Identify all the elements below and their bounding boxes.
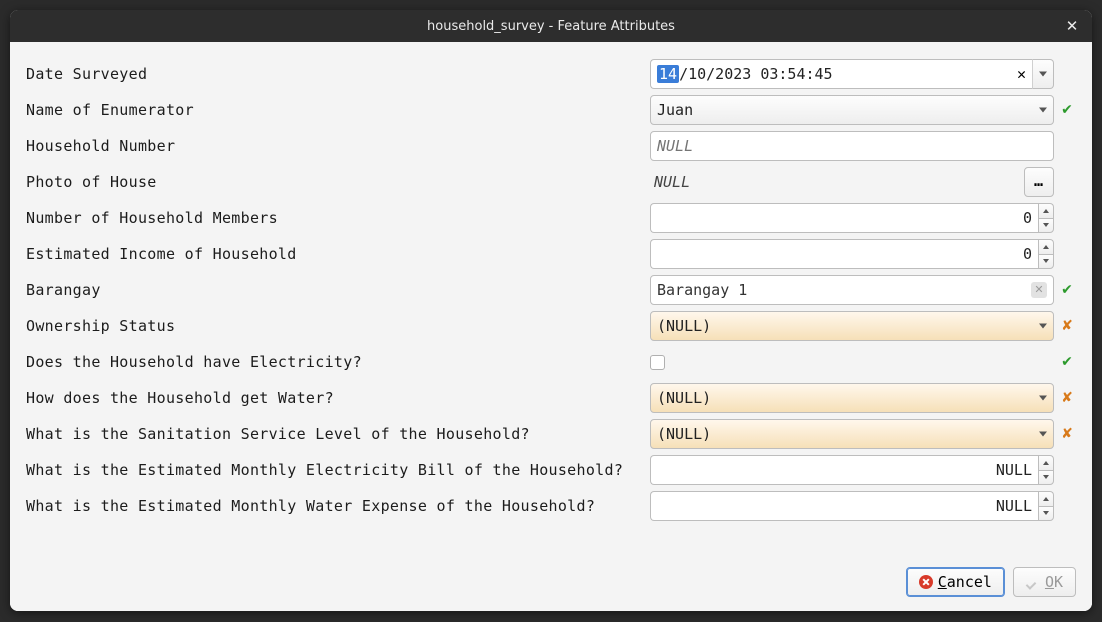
- chevron-down-icon: [1039, 72, 1047, 77]
- household-number-input[interactable]: [650, 131, 1054, 161]
- elec-bill-down[interactable]: [1038, 470, 1054, 486]
- label-household-number: Household Number: [26, 137, 646, 155]
- enumerator-combo[interactable]: Juan: [650, 95, 1054, 125]
- close-icon[interactable]: ✕: [1062, 16, 1082, 36]
- row-water: How does the Household get Water? (NULL)…: [26, 380, 1076, 416]
- status-warn-icon: ✘: [1058, 318, 1076, 334]
- row-photo: Photo of House NULL … ·: [26, 164, 1076, 200]
- label-income: Estimated Income of Household: [26, 245, 646, 263]
- label-elec-bill: What is the Estimated Monthly Electricit…: [26, 461, 646, 479]
- chevron-down-icon: [1039, 432, 1047, 437]
- row-electricity: Does the Household have Electricity? ✔: [26, 344, 1076, 380]
- household-number-field[interactable]: [657, 137, 1047, 155]
- date-surveyed-input[interactable]: 14 /10/2023 03:54:45 ✕: [650, 59, 1032, 89]
- num-members-value: 0: [657, 209, 1032, 227]
- ok-label: K: [1054, 573, 1063, 591]
- row-sanitation: What is the Sanitation Service Level of …: [26, 416, 1076, 452]
- num-members-up[interactable]: [1038, 203, 1054, 218]
- row-enumerator: Name of Enumerator Juan ✔: [26, 92, 1076, 128]
- label-barangay: Barangay: [26, 281, 646, 299]
- cancel-icon: [919, 575, 933, 589]
- label-num-members: Number of Household Members: [26, 209, 646, 227]
- cancel-label: ancel: [947, 573, 992, 591]
- row-income: Estimated Income of Household 0 ·: [26, 236, 1076, 272]
- dialog-buttons: Cancel OK: [906, 567, 1076, 597]
- ownership-value: (NULL): [657, 317, 711, 335]
- label-sanitation: What is the Sanitation Service Level of …: [26, 425, 646, 443]
- label-water: How does the Household get Water?: [26, 389, 646, 407]
- label-ownership: Ownership Status: [26, 317, 646, 335]
- clear-date-icon[interactable]: ✕: [1017, 65, 1026, 83]
- income-input[interactable]: 0: [650, 239, 1038, 269]
- electricity-checkbox[interactable]: [650, 355, 665, 370]
- sanitation-value: (NULL): [657, 425, 711, 443]
- ok-icon: [1026, 575, 1040, 589]
- water-combo[interactable]: (NULL): [650, 383, 1054, 413]
- water-exp-input[interactable]: NULL: [650, 491, 1038, 521]
- barangay-input[interactable]: ✕: [650, 275, 1054, 305]
- cancel-button[interactable]: Cancel: [906, 567, 1005, 597]
- num-members-down[interactable]: [1038, 218, 1054, 234]
- elec-bill-value: NULL: [657, 461, 1032, 479]
- label-date-surveyed: Date Surveyed: [26, 65, 646, 83]
- window-title: household_survey - Feature Attributes: [427, 19, 675, 34]
- water-value: (NULL): [657, 389, 711, 407]
- date-day-segment[interactable]: 14: [657, 65, 679, 83]
- row-water-exp: What is the Estimated Monthly Water Expe…: [26, 488, 1076, 524]
- water-exp-down[interactable]: [1038, 506, 1054, 522]
- chevron-down-icon: [1039, 324, 1047, 329]
- elec-bill-up[interactable]: [1038, 455, 1054, 470]
- chevron-down-icon: [1039, 396, 1047, 401]
- elec-bill-input[interactable]: NULL: [650, 455, 1038, 485]
- photo-value: NULL: [650, 173, 1018, 191]
- water-exp-value: NULL: [657, 497, 1032, 515]
- barangay-field[interactable]: [657, 281, 1031, 299]
- label-electricity: Does the Household have Electricity?: [26, 353, 646, 371]
- income-up[interactable]: [1038, 239, 1054, 254]
- num-members-input[interactable]: 0: [650, 203, 1038, 233]
- content-area: Date Surveyed 14 /10/2023 03:54:45 ✕: [10, 42, 1092, 611]
- row-barangay: Barangay ✕ ✔: [26, 272, 1076, 308]
- income-down[interactable]: [1038, 254, 1054, 270]
- titlebar: household_survey - Feature Attributes ✕: [10, 10, 1092, 42]
- income-value: 0: [657, 245, 1032, 263]
- row-date-surveyed: Date Surveyed 14 /10/2023 03:54:45 ✕: [26, 56, 1076, 92]
- status-ok-icon: ✔: [1058, 354, 1076, 370]
- status-ok-icon: ✔: [1058, 102, 1076, 118]
- date-dropdown-button[interactable]: [1032, 59, 1054, 89]
- photo-browse-button[interactable]: …: [1024, 167, 1054, 197]
- label-photo: Photo of House: [26, 173, 646, 191]
- sanitation-combo[interactable]: (NULL): [650, 419, 1054, 449]
- ownership-combo[interactable]: (NULL): [650, 311, 1054, 341]
- row-household-number: Household Number ·: [26, 128, 1076, 164]
- clear-barangay-icon[interactable]: ✕: [1031, 282, 1047, 298]
- water-exp-up[interactable]: [1038, 491, 1054, 506]
- ok-button: OK: [1013, 567, 1076, 597]
- status-warn-icon: ✘: [1058, 426, 1076, 442]
- label-water-exp: What is the Estimated Monthly Water Expe…: [26, 497, 646, 515]
- row-num-members: Number of Household Members 0 ·: [26, 200, 1076, 236]
- label-enumerator: Name of Enumerator: [26, 101, 646, 119]
- status-warn-icon: ✘: [1058, 390, 1076, 406]
- enumerator-value: Juan: [657, 101, 693, 119]
- date-rest-segment[interactable]: /10/2023 03:54:45: [679, 65, 833, 83]
- chevron-down-icon: [1039, 108, 1047, 113]
- status-ok-icon: ✔: [1058, 282, 1076, 298]
- row-elec-bill: What is the Estimated Monthly Electricit…: [26, 452, 1076, 488]
- row-ownership: Ownership Status (NULL) ✘: [26, 308, 1076, 344]
- dialog-window: household_survey - Feature Attributes ✕ …: [10, 10, 1092, 611]
- form: Date Surveyed 14 /10/2023 03:54:45 ✕: [26, 56, 1076, 524]
